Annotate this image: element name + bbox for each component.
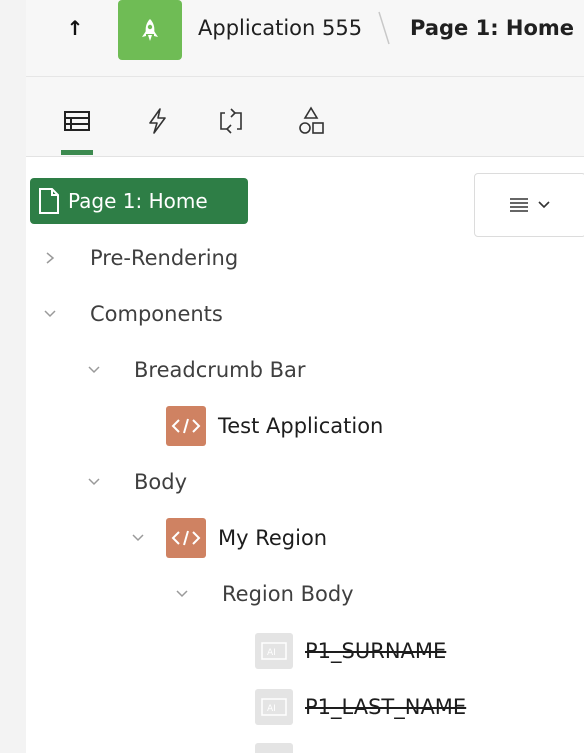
tab-dynamic-actions[interactable]	[137, 101, 177, 141]
svg-text:AI: AI	[267, 704, 276, 714]
breadcrumb-application[interactable]: Application 555	[198, 16, 362, 40]
chevron-down-icon[interactable]	[128, 528, 148, 548]
arrow-up-icon: ↑	[66, 16, 84, 40]
tree-node-label: My Region	[218, 526, 328, 550]
rocket-icon	[142, 19, 158, 41]
tree-node-label: Test Application	[218, 414, 384, 438]
lightning-icon	[149, 108, 166, 134]
chevron-down-icon[interactable]	[84, 360, 104, 380]
tree-node-region-body[interactable]: Region Body	[172, 574, 354, 614]
menu-lines-icon	[510, 198, 528, 212]
tree-node-p1-last-name[interactable]: AI P1_LAST_NAME	[255, 687, 466, 727]
tab-bar	[26, 77, 584, 157]
item-icon: AI	[255, 689, 293, 725]
chevron-down-icon[interactable]	[84, 472, 104, 492]
tree-node-label: Breadcrumb Bar	[134, 358, 306, 382]
tree-node-breadcrumb-bar[interactable]: Breadcrumb Bar	[84, 350, 306, 390]
chevron-down-icon	[538, 201, 550, 209]
layout-icon	[64, 111, 90, 131]
rendering-tree: Page 1: Home Pre-Rendering Components Br…	[26, 157, 584, 753]
breadcrumb-page: Page 1: Home	[410, 16, 575, 40]
tree-node-label: Body	[134, 470, 188, 494]
tree-node-partial[interactable]	[255, 741, 305, 753]
header-bar: ↑ Application 555 Page 1: Home	[26, 0, 584, 77]
code-icon	[166, 518, 206, 558]
item-icon: AI	[255, 633, 293, 669]
tree-node-p1-surname[interactable]: AI P1_SURNAME	[255, 631, 446, 671]
tree-node-pre-rendering[interactable]: Pre-Rendering	[40, 238, 238, 278]
tab-rendering[interactable]	[57, 101, 97, 141]
tree-node-body[interactable]: Body	[84, 462, 187, 502]
svg-text:AI: AI	[267, 648, 276, 658]
page-designer: ↑ Application 555 Page 1: Home Page 1: H…	[0, 0, 584, 753]
tree-node-label: Region Body	[222, 582, 354, 606]
tree-node-my-region[interactable]: My Region	[128, 518, 327, 558]
refresh-icon	[220, 108, 242, 134]
tree-root-label: Page 1: Home	[68, 189, 208, 213]
document-icon	[39, 188, 59, 214]
breadcrumb-separator	[378, 11, 390, 45]
tree-node-components[interactable]: Components	[40, 294, 223, 334]
chevron-down-icon[interactable]	[40, 304, 60, 324]
tree-node-label: Pre-Rendering	[90, 246, 239, 270]
shapes-icon	[299, 106, 324, 134]
tree-node-label: P1_LAST_NAME	[305, 695, 467, 719]
tree-node-label: Components	[90, 302, 223, 326]
app-icon-button[interactable]	[118, 0, 182, 60]
tree-node-test-application[interactable]: Test Application	[166, 406, 383, 446]
item-icon	[255, 743, 293, 753]
up-button[interactable]: ↑	[61, 14, 89, 42]
chevron-right-icon[interactable]	[40, 248, 60, 268]
chevron-down-icon[interactable]	[172, 584, 192, 604]
tree-root-page[interactable]: Page 1: Home	[30, 178, 248, 224]
tab-processing[interactable]	[211, 101, 251, 141]
code-icon	[166, 406, 206, 446]
tab-shared-components[interactable]	[291, 101, 331, 141]
active-tab-indicator	[61, 150, 93, 155]
tree-node-label: P1_SURNAME	[305, 639, 447, 663]
tree-menu-button[interactable]	[474, 173, 584, 237]
left-gutter	[0, 0, 26, 753]
